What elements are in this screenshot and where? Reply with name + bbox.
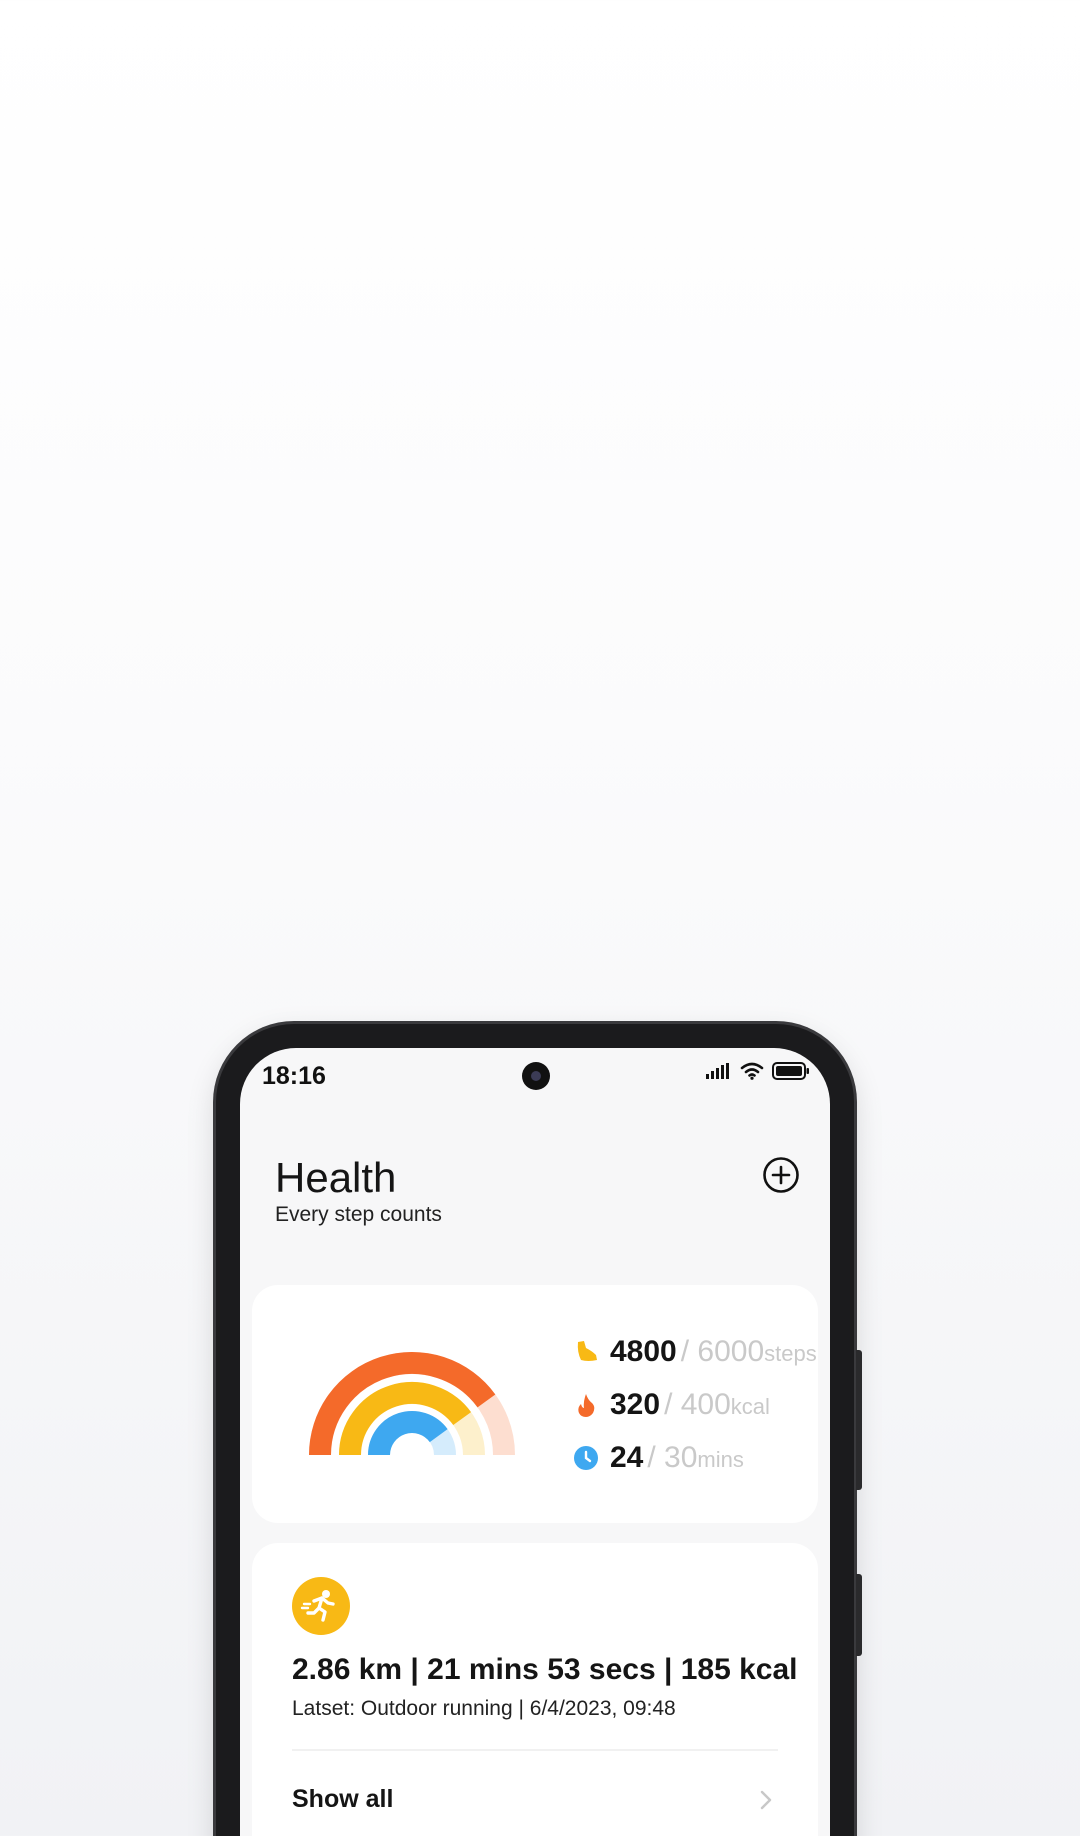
volume-button	[856, 1574, 862, 1656]
minutes-goal: / 30	[647, 1441, 698, 1474]
show-all-row[interactable]: Show all	[252, 1751, 818, 1836]
workout-summary: 2.86 km | 21 mins 53 secs | 185 kcal	[292, 1653, 798, 1686]
activity-card[interactable]: 4800 / 6000 steps 320 / 400 kcal 24 / 30	[252, 1285, 818, 1523]
minutes-value: 24	[610, 1441, 644, 1474]
calories-unit: kcal	[730, 1394, 770, 1419]
steps-metric: 4800 / 6000 steps	[572, 1335, 817, 1369]
running-badge	[292, 1577, 350, 1635]
status-time: 18:16	[262, 1062, 326, 1090]
steps-value: 4800	[610, 1335, 677, 1368]
phone-frame: 18:16 Health Every step counts 4800 / 60…	[216, 1024, 862, 1836]
wifi-icon	[740, 1062, 764, 1080]
minutes-unit: mins	[697, 1447, 744, 1472]
battery-icon	[772, 1062, 809, 1080]
calories-value: 320	[610, 1388, 661, 1421]
power-button	[856, 1350, 862, 1490]
workout-card[interactable]: 2.86 km | 21 mins 53 secs | 185 kcal Lat…	[252, 1543, 818, 1836]
calories-goal: / 400	[664, 1388, 731, 1421]
plus-circle-icon[interactable]	[762, 1156, 800, 1194]
steps-unit: steps	[764, 1341, 817, 1366]
page-title: Health	[275, 1154, 397, 1201]
front-camera	[522, 1062, 550, 1090]
status-icons	[706, 1062, 810, 1080]
workout-latest: Latset: Outdoor running | 6/4/2023, 09:4…	[292, 1697, 676, 1720]
clock-icon	[574, 1446, 598, 1470]
minutes-metric: 24 / 30 mins	[572, 1441, 744, 1475]
calories-metric: 320 / 400 kcal	[572, 1388, 770, 1422]
shoe-icon	[577, 1341, 597, 1361]
page-subtitle: Every step counts	[275, 1203, 442, 1226]
flame-icon	[578, 1394, 595, 1417]
phone-screen: 18:16 Health Every step counts 4800 / 60…	[240, 1048, 830, 1836]
signal-icon	[706, 1063, 729, 1079]
chevron-right-icon	[760, 1790, 772, 1810]
steps-goal: / 6000	[680, 1335, 765, 1368]
running-icon	[300, 1590, 335, 1622]
show-all-label: Show all	[292, 1785, 394, 1813]
ring-center	[405, 1448, 419, 1462]
activity-rings	[309, 1352, 515, 1462]
status-bar: 18:16	[240, 1048, 830, 1102]
